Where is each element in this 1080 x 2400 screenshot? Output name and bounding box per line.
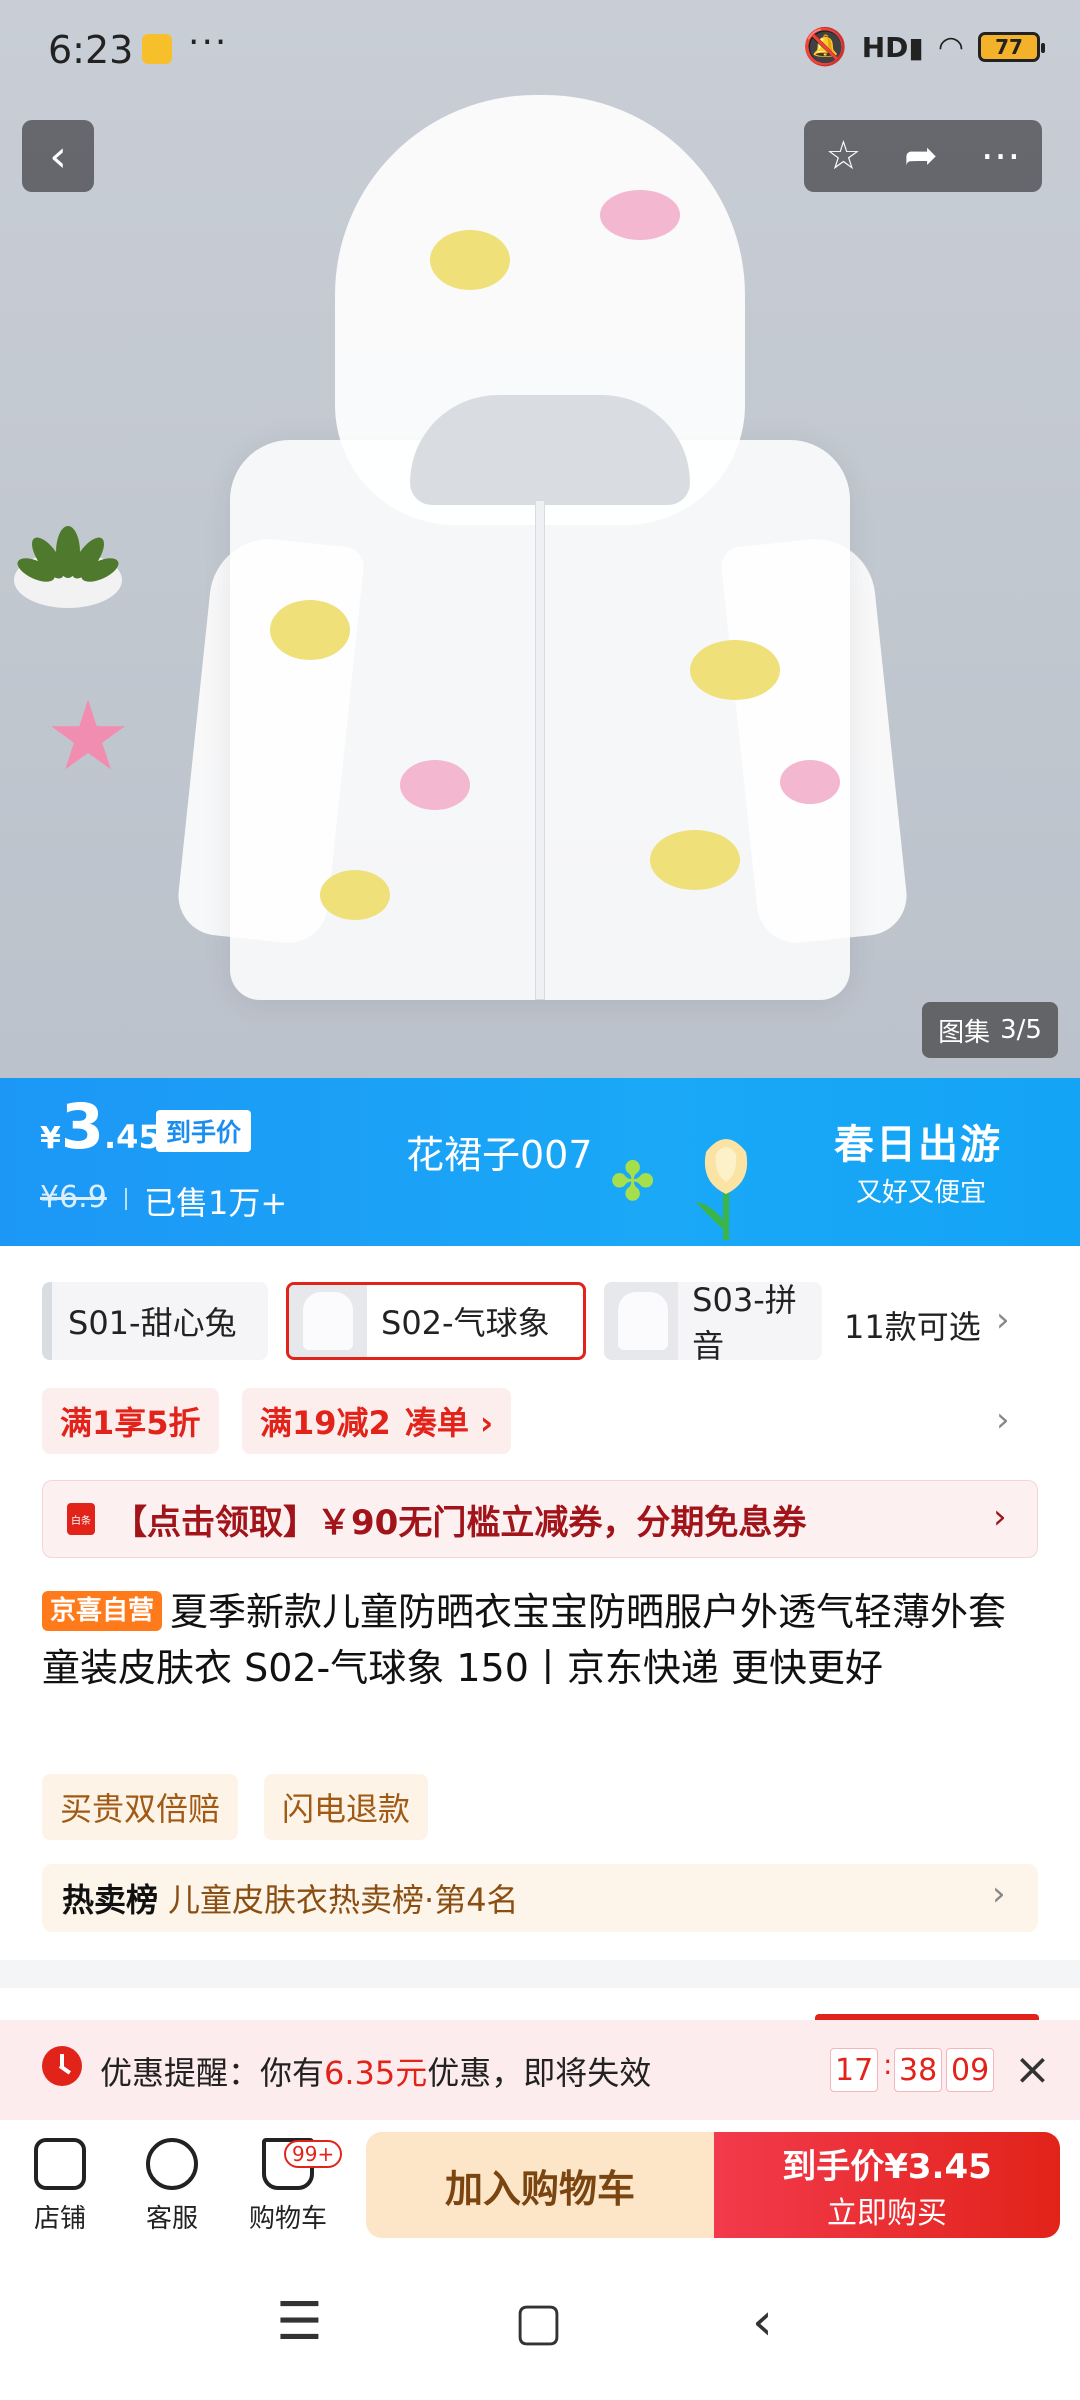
countdown-minutes: 38 xyxy=(894,2048,943,2092)
chevron-right-icon: › xyxy=(992,1874,1006,1914)
product-image-carousel[interactable]: ★ 6:23 ··· 🔕 HD▮ ◠ 77 ‹ ☆ ➦ ⋯ 图集 3/5 xyxy=(0,0,1080,1078)
self-operated-tag: 京喜自营 xyxy=(42,1591,163,1631)
price-currency: ¥ xyxy=(40,1121,61,1156)
home-icon[interactable]: ▢ xyxy=(514,2292,563,2352)
reminder-prefix: 优惠提醒：你有 xyxy=(100,2054,325,2092)
promo-tag-fullcut[interactable]: 满19减2 凑单 › xyxy=(242,1388,512,1454)
jacket-zipper xyxy=(535,500,545,1000)
service-tag-price-protect[interactable]: 买贵双倍赔 xyxy=(42,1774,239,1840)
cart-label: 购物车 xyxy=(248,2204,327,2234)
chevron-right-icon[interactable]: › xyxy=(996,1300,1010,1340)
buy-now-label: 立即购买 xyxy=(827,2195,947,2231)
divider xyxy=(125,1188,127,1210)
signal-icon: HD▮ xyxy=(861,30,924,64)
notification-icon xyxy=(142,34,172,64)
variant-selector: S01-甜心兔 S02-气球象 S03-拼音 11款可选 › xyxy=(0,1246,1080,1370)
variant-chip-s01[interactable]: S01-甜心兔 xyxy=(42,1282,268,1360)
reminder-suffix: 优惠，即将失效 xyxy=(427,2054,652,2092)
clover-icon: ✤ xyxy=(610,1150,656,1213)
add-on-link: 凑单 › xyxy=(404,1404,494,1442)
product-title: 夏季新款儿童防晒衣宝宝防晒服户外透气轻薄外套童装皮肤衣 S02-气球象 150丨… xyxy=(42,1590,1007,1690)
customer-service-label: 客服 xyxy=(145,2204,198,2234)
variant-chip-s02[interactable]: S02-气球象 xyxy=(286,1282,586,1360)
baitiao-icon: 白条 xyxy=(67,1503,95,1535)
variant-thumbnail xyxy=(289,1285,367,1357)
promo-tag-text: 满19减2 xyxy=(260,1404,391,1442)
share-icon[interactable]: ➦ xyxy=(904,133,938,179)
clock-icon xyxy=(42,2046,82,2086)
shop-label: 店铺 xyxy=(33,2204,86,2234)
promo-subtitle: 又好又便宜 xyxy=(856,1178,987,1208)
reminder-amount: 6.35元 xyxy=(324,2054,428,2092)
starfish-image: ★ xyxy=(45,680,132,792)
more-variants-link[interactable]: 11款可选 xyxy=(844,1302,981,1348)
buy-now-price: 到手价¥3.45 xyxy=(782,2146,992,2187)
variant-thumbnail xyxy=(604,1282,679,1360)
price-decimal: .45 xyxy=(104,1118,161,1156)
product-title-block: 京喜自营 夏季新款儿童防晒衣宝宝防晒服户外透气轻薄外套童装皮肤衣 S02-气球象 … xyxy=(42,1584,1042,1696)
chevron-right-icon: › xyxy=(993,1497,1007,1537)
wifi-icon: ◠ xyxy=(937,29,964,65)
cart-badge: 99+ xyxy=(284,2140,343,2168)
variant-chip-s03[interactable]: S03-拼音 xyxy=(604,1282,822,1360)
coupon-bar[interactable]: 白条 【点击领取】￥90无门槛立减券，分期免息券 › xyxy=(42,1480,1038,1558)
countdown-seconds: 09 xyxy=(946,2048,995,2092)
price-banner: ¥ 3 .45 到手价 ¥6.9 已售1万+ 花裙子007 春日出游 又好又便宜 xyxy=(0,1078,1080,1246)
chevron-right-icon[interactable]: › xyxy=(996,1400,1010,1440)
gallery-counter[interactable]: 图集 3/5 xyxy=(922,1002,1058,1058)
add-to-cart-button[interactable]: 加入购物车 xyxy=(366,2132,714,2238)
original-price: ¥6.9 xyxy=(40,1180,107,1215)
ranking-text: 儿童皮肤衣热卖榜·第4名 xyxy=(168,1881,519,1919)
tulip-icon xyxy=(696,1139,748,1240)
shop-button[interactable]: 店铺 xyxy=(10,2138,110,2235)
ranking-bar[interactable]: 热卖榜 儿童皮肤衣热卖榜·第4名 › xyxy=(42,1864,1038,1932)
discount-reminder-bar[interactable]: 优惠提醒：你有6.35元优惠，即将失效 17 : 38 : 09 × xyxy=(0,2020,1080,2120)
promo-tags: 满1享5折 满19减2 凑单 › › xyxy=(0,1388,1080,1458)
more-icon[interactable]: ⋯ xyxy=(981,133,1021,179)
customer-service-icon xyxy=(146,2138,198,2190)
battery-icon: 77 xyxy=(978,32,1045,62)
mute-icon: 🔕 xyxy=(802,27,848,68)
promo-title: 春日出游 xyxy=(834,1122,1002,1168)
countdown-colon: : xyxy=(883,2048,893,2081)
ranking-label: 热卖榜 xyxy=(62,1881,159,1919)
gallery-label: 图集 xyxy=(938,1017,991,1048)
succulent-plant-image xyxy=(14,526,122,608)
chevron-left-icon: ‹ xyxy=(49,130,67,182)
service-tag-fast-refund[interactable]: 闪电退款 xyxy=(264,1774,429,1840)
more-notifications-icon: ··· xyxy=(188,22,229,63)
system-navigation-bar: ☰ ▢ ‹ xyxy=(0,2250,1080,2400)
shop-name: 花裙子007 xyxy=(406,1133,593,1177)
buy-now-button[interactable]: 到手价¥3.45 立即购买 xyxy=(714,2132,1060,2238)
variant-label: S03-拼音 xyxy=(692,1282,797,1360)
final-price: ¥ 3 .45 xyxy=(40,1096,161,1158)
sold-count: 已售1万+ xyxy=(144,1184,288,1222)
customer-service-button[interactable]: 客服 xyxy=(122,2138,222,2235)
final-price-tag: 到手价 xyxy=(156,1110,252,1152)
gallery-index: 3/5 xyxy=(1000,1015,1042,1045)
favorite-star-icon[interactable]: ☆ xyxy=(825,133,861,179)
variant-label: S02-气球象 xyxy=(381,1304,550,1342)
top-action-group: ☆ ➦ ⋯ xyxy=(804,120,1042,192)
price-integer: 3 xyxy=(60,1090,105,1163)
status-bar: 6:23 ··· 🔕 HD▮ ◠ 77 xyxy=(0,0,1080,100)
back-button[interactable]: ‹ xyxy=(22,120,94,192)
section-divider xyxy=(0,1960,1080,1988)
jacket-hood-inner xyxy=(410,395,690,505)
status-time: 6:23 xyxy=(48,28,134,72)
variant-label: S01-甜心兔 xyxy=(68,1304,237,1342)
countdown-hours: 17 xyxy=(830,2048,879,2092)
close-icon[interactable]: × xyxy=(1014,2044,1051,2095)
product-page: ★ 6:23 ··· 🔕 HD▮ ◠ 77 ‹ ☆ ➦ ⋯ 图集 3/5 ¥ 3… xyxy=(0,0,1080,2400)
coupon-text: 【点击领取】￥90无门槛立减券，分期免息券 xyxy=(113,1502,807,1543)
promo-tag-discount[interactable]: 满1享5折 xyxy=(42,1388,219,1454)
reminder-text: 优惠提醒：你有6.35元优惠，即将失效 xyxy=(100,2048,651,2094)
bottom-action-bar: 店铺 客服 购物车 99+ 加入购物车 到手价¥3.45 立即购买 xyxy=(0,2120,1080,2250)
menu-icon[interactable]: ☰ xyxy=(276,2292,323,2352)
back-nav-icon[interactable]: ‹ xyxy=(752,2292,773,2352)
shop-icon xyxy=(34,2138,86,2190)
